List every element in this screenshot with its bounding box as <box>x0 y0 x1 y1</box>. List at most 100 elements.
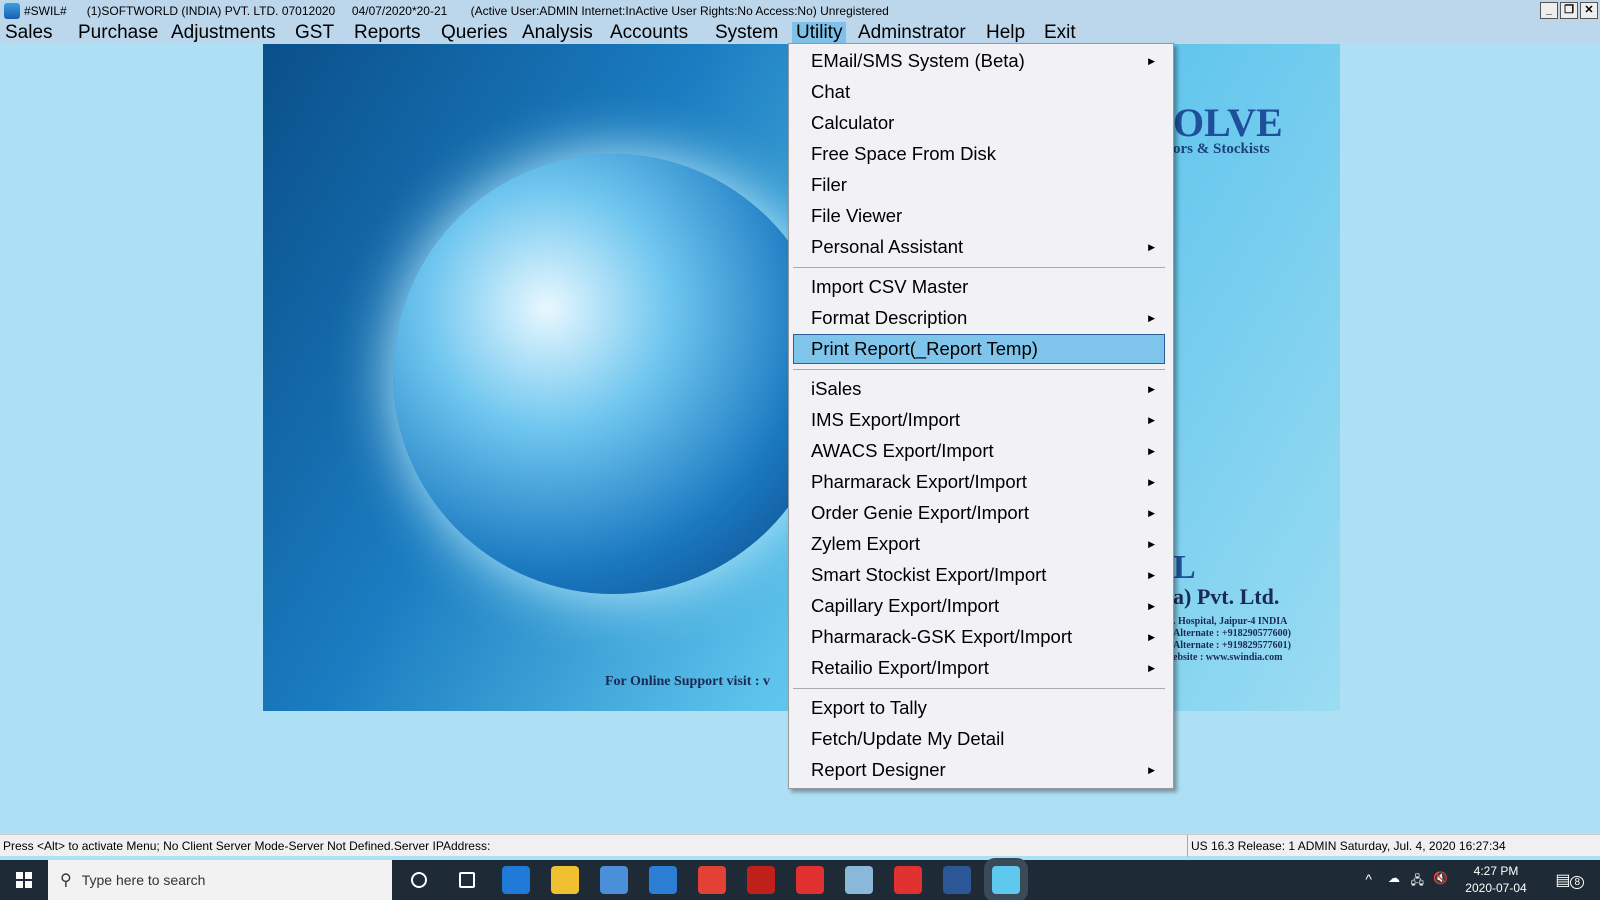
network-icon[interactable]: 🖧 <box>1411 871 1424 892</box>
word-icon[interactable] <box>943 866 971 894</box>
menu-item-pharmarack-gsk-export-import[interactable]: Pharmarack-GSK Export/Import ▶ <box>793 622 1165 652</box>
menu-item-chat[interactable]: Chat <box>793 77 1165 107</box>
search-icon: ⚲ <box>60 872 72 889</box>
submenu-arrow-icon: ▶ <box>1148 601 1155 611</box>
menu-item-retailio-export-import[interactable]: Retailio Export/Import ▶ <box>793 653 1165 683</box>
menu-item-isales[interactable]: iSales ▶ <box>793 374 1165 404</box>
store-icon[interactable] <box>600 866 628 894</box>
splash-company: a) Pvt. Ltd. <box>1173 584 1280 609</box>
menu-item-label: Format Description <box>811 307 968 328</box>
search-placeholder: Type here to search <box>81 872 206 888</box>
submenu-arrow-icon: ▶ <box>1148 570 1155 580</box>
clock[interactable]: 4:27 PM 2020-07-04 <box>1456 863 1536 897</box>
menu-adminstrator[interactable]: Adminstrator <box>854 22 970 44</box>
menu-item-import-csv-master[interactable]: Import CSV Master <box>793 272 1165 302</box>
menu-item-label: Retailio Export/Import <box>811 657 989 678</box>
menu-analysis[interactable]: Analysis <box>518 22 597 44</box>
menu-item-smart-stockist-export-import[interactable]: Smart Stockist Export/Import ▶ <box>793 560 1165 590</box>
menu-item-label: Chat <box>811 81 851 102</box>
menu-exit[interactable]: Exit <box>1040 22 1080 44</box>
start-button[interactable] <box>0 860 48 900</box>
menu-item-email-sms-system-beta[interactable]: EMail/SMS System (Beta) ▶ <box>793 46 1165 76</box>
menu-item-pharmarack-export-import[interactable]: Pharmarack Export/Import ▶ <box>793 467 1165 497</box>
menu-item-label: Import CSV Master <box>811 276 969 297</box>
app-icon[interactable] <box>845 866 873 894</box>
submenu-arrow-icon: ▶ <box>1148 415 1155 425</box>
edge-icon[interactable] <box>502 866 530 894</box>
mail-icon[interactable] <box>649 866 677 894</box>
menu-item-label: Filer <box>811 174 847 195</box>
menu-item-free-space-from-disk[interactable]: Free Space From Disk <box>793 139 1165 169</box>
onedrive-icon[interactable]: ☁ <box>1388 871 1400 885</box>
taskbar-search[interactable]: ⚲ Type here to search <box>48 860 392 900</box>
menu-item-calculator[interactable]: Calculator <box>793 108 1165 138</box>
menu-separator <box>793 267 1165 268</box>
swil-icon[interactable] <box>992 866 1020 894</box>
cortana-icon[interactable] <box>411 872 427 888</box>
menu-queries[interactable]: Queries <box>437 22 512 44</box>
menu-item-personal-assistant[interactable]: Personal Assistant ▶ <box>793 232 1165 262</box>
menu-item-label: Capillary Export/Import <box>811 595 1000 616</box>
notifications-button[interactable]: ▤ 8 <box>1555 870 1584 890</box>
session-date: 04/07/2020*20-21 <box>351 4 448 18</box>
menu-separator <box>793 369 1165 370</box>
menu-item-label: File Viewer <box>811 205 903 226</box>
menu-item-label: Pharmarack-GSK Export/Import <box>811 626 1073 647</box>
menu-accounts[interactable]: Accounts <box>606 22 692 44</box>
menu-sales[interactable]: Sales <box>1 22 57 44</box>
taskbar: ⚲ Type here to search ^ ☁ 🖧 🔇 4:27 PM 202… <box>0 860 1600 900</box>
menu-item-label: Personal Assistant <box>811 236 964 257</box>
app-title: #SWIL# <box>24 4 67 18</box>
menu-item-label: Report Designer <box>811 759 946 780</box>
minimize-button[interactable]: _ <box>1540 2 1558 19</box>
splash-tagline: ors & Stockists <box>1173 141 1270 157</box>
anydesk-icon[interactable] <box>796 866 824 894</box>
submenu-arrow-icon: ▶ <box>1148 384 1155 394</box>
submenu-arrow-icon: ▶ <box>1148 56 1155 66</box>
menu-item-zylem-export[interactable]: Zylem Export ▶ <box>793 529 1165 559</box>
menu-item-order-genie-export-import[interactable]: Order Genie Export/Import ▶ <box>793 498 1165 528</box>
menu-item-label: Smart Stockist Export/Import <box>811 564 1047 585</box>
menu-system[interactable]: System <box>711 22 782 44</box>
menu-adjustments[interactable]: Adjustments <box>167 22 280 44</box>
menu-item-label: EMail/SMS System (Beta) <box>811 50 1025 71</box>
menu-item-capillary-export-import[interactable]: Capillary Export/Import ▶ <box>793 591 1165 621</box>
restore-button[interactable]: ❐ <box>1560 2 1578 19</box>
submenu-arrow-icon: ▶ <box>1148 446 1155 456</box>
menu-item-format-description[interactable]: Format Description ▶ <box>793 303 1165 333</box>
splash-brand: OLVE <box>1173 100 1283 145</box>
menu-item-label: IMS Export/Import <box>811 409 961 430</box>
menu-item-filer[interactable]: Filer <box>793 170 1165 200</box>
menu-help[interactable]: Help <box>982 22 1029 44</box>
chrome-icon[interactable] <box>698 866 726 894</box>
menu-item-report-designer[interactable]: Report Designer ▶ <box>793 755 1165 785</box>
menu-item-label: Fetch/Update My Detail <box>811 728 1005 749</box>
menu-reports[interactable]: Reports <box>350 22 425 44</box>
task-view-icon[interactable] <box>459 872 475 888</box>
anydesk-icon[interactable] <box>894 866 922 894</box>
menu-item-label: Calculator <box>811 112 895 133</box>
windows-icon <box>16 872 32 888</box>
submenu-arrow-icon: ▶ <box>1148 539 1155 549</box>
menu-gst[interactable]: GST <box>291 22 338 44</box>
menu-bar: Sales Purchase Adjustments GST Reports Querie… <box>0 22 1600 44</box>
file-explorer-icon[interactable] <box>551 866 579 894</box>
close-button[interactable]: ✕ <box>1580 2 1598 19</box>
show-hidden-icons[interactable]: ^ <box>1365 871 1372 887</box>
submenu-arrow-icon: ▶ <box>1148 632 1155 642</box>
menu-item-label: Print Report(_Report Temp) <box>811 338 1038 359</box>
menu-item-export-to-tally[interactable]: Export to Tally <box>793 693 1165 723</box>
splash-logo-text: L <box>1173 549 1196 586</box>
filezilla-icon[interactable] <box>747 866 775 894</box>
menu-item-file-viewer[interactable]: File Viewer <box>793 201 1165 231</box>
title-bar: #SWIL# (1)SOFTWORLD (INDIA) PVT. LTD. 07… <box>0 0 1600 22</box>
menu-item-awacs-export-import[interactable]: AWACS Export/Import ▶ <box>793 436 1165 466</box>
status-bar: Press <Alt> to activate Menu; No Client … <box>0 834 1600 857</box>
menu-item-print-report-report-temp[interactable]: Print Report(_Report Temp) <box>793 334 1165 364</box>
menu-utility[interactable]: Utility <box>792 22 847 44</box>
menu-purchase[interactable]: Purchase <box>74 22 162 44</box>
menu-item-fetch-update-my-detail[interactable]: Fetch/Update My Detail <box>793 724 1165 754</box>
volume-muted-icon[interactable]: 🔇 <box>1433 871 1448 885</box>
menu-item-ims-export-import[interactable]: IMS Export/Import ▶ <box>793 405 1165 435</box>
utility-dropdown-menu: EMail/SMS System (Beta) ▶ Chat Calculator Fr… <box>788 43 1174 789</box>
